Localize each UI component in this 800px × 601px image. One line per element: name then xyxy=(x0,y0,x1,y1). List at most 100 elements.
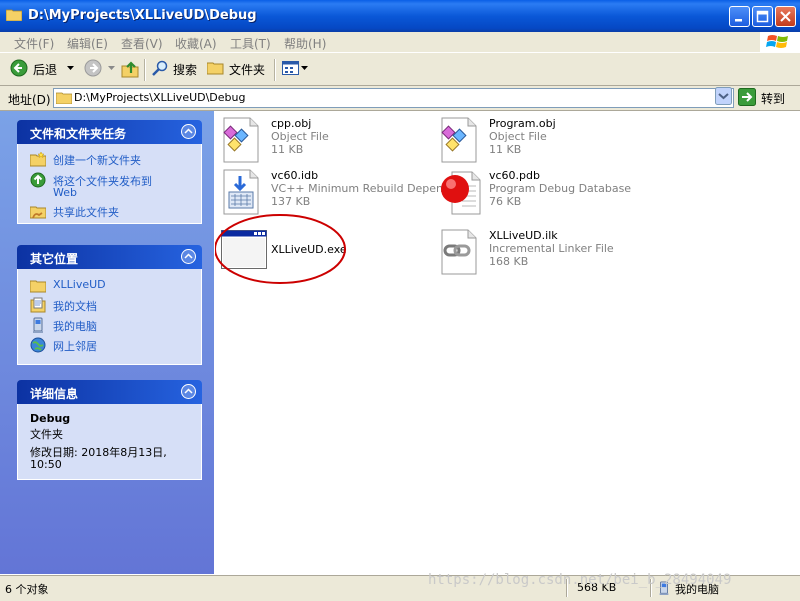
menu-tools[interactable]: 工具(T) xyxy=(230,35,271,52)
minimize-button[interactable] xyxy=(729,6,750,27)
watermark: https://blog.csdn.net/bei_b_28494049 xyxy=(428,572,732,588)
dropdown-arrow-icon[interactable] xyxy=(67,66,74,71)
folders-label: 文件夹 xyxy=(229,63,266,77)
close-button[interactable] xyxy=(775,6,796,27)
task-label-continued: Web xyxy=(53,186,77,199)
panel-body-tasks: 创建一个新文件夹 将这个文件夹发布到 Web 共享此文件夹 xyxy=(17,144,202,224)
task-pane: 文件和文件夹任务 创建一个新文件夹 将这个文件夹发布到 Web 共享此文件夹 其… xyxy=(0,111,214,574)
go-arrow-icon xyxy=(738,88,756,106)
toolbar-separator xyxy=(274,59,276,81)
file-item[interactable]: Program.obj Object File 11 KB xyxy=(438,116,658,166)
close-icon xyxy=(780,11,791,22)
address-label: 地址(D) xyxy=(8,93,51,107)
place-label: 我的电脑 xyxy=(53,320,97,333)
windows-flag-icon xyxy=(766,35,788,48)
file-type: Program Debug Database xyxy=(489,182,632,195)
search-icon xyxy=(152,60,168,76)
folder-icon xyxy=(56,92,72,104)
details-modified-time: 10:50 xyxy=(30,458,62,471)
address-dropdown-button[interactable] xyxy=(715,87,732,105)
share-folder-icon xyxy=(30,206,46,219)
toolbar-separator xyxy=(144,59,146,81)
up-folder-button[interactable] xyxy=(121,60,139,78)
go-label: 转到 xyxy=(761,92,786,106)
panel-title: 文件和文件夹任务 xyxy=(30,127,127,141)
file-type: Incremental Linker File xyxy=(489,242,614,255)
pdb-file-icon xyxy=(441,171,481,215)
file-size: 11 KB xyxy=(489,143,522,156)
folder-icon xyxy=(6,9,22,21)
task-label: 创建一个新文件夹 xyxy=(53,154,141,167)
search-label: 搜索 xyxy=(173,63,198,77)
panel-body-places: XLLiveUD 我的文档 我的电脑 网上邻居 xyxy=(17,269,202,365)
details-name: Debug xyxy=(30,412,71,425)
panel-header-places[interactable]: 其它位置 xyxy=(17,245,202,269)
file-size: 11 KB xyxy=(271,143,304,156)
menu-file[interactable]: 文件(F) xyxy=(14,35,54,52)
file-item[interactable]: vc60.pdb Program Debug Database 76 KB xyxy=(438,168,658,218)
file-type: Object File xyxy=(489,130,547,143)
panel-header-details[interactable]: 详细信息 xyxy=(17,380,202,404)
back-label: 后退 xyxy=(33,63,58,77)
highlight-ellipse xyxy=(215,214,346,284)
file-name: XLLiveUD.ilk xyxy=(489,229,558,242)
folder-icon xyxy=(30,280,46,293)
maximize-button[interactable] xyxy=(752,6,773,27)
file-name: Program.obj xyxy=(489,117,556,130)
minimize-icon xyxy=(735,19,742,22)
collapse-chevron-icon[interactable] xyxy=(181,384,196,399)
panel-title: 其它位置 xyxy=(30,252,79,266)
menu-view[interactable]: 查看(V) xyxy=(121,35,163,52)
folders-icon xyxy=(207,62,224,75)
my-computer-icon xyxy=(33,317,43,333)
ilk-file-icon xyxy=(441,229,477,275)
maximize-icon xyxy=(756,10,769,23)
network-places-icon xyxy=(30,337,46,353)
dropdown-arrow-icon[interactable] xyxy=(108,66,115,71)
dropdown-arrow-icon[interactable] xyxy=(301,66,308,71)
toolbar: 后退 搜索 文件夹 xyxy=(0,53,800,86)
file-item[interactable]: XLLiveUD.ilk Incremental Linker File 168… xyxy=(438,228,658,278)
panel-title: 详细信息 xyxy=(30,387,79,401)
my-documents-icon xyxy=(30,297,46,313)
task-label: 共享此文件夹 xyxy=(53,206,119,219)
file-name: vc60.pdb xyxy=(489,169,540,182)
address-value: D:\MyProjects\XLLiveUD\Debug xyxy=(74,91,246,104)
place-label: 网上邻居 xyxy=(53,340,97,353)
panel-header-tasks[interactable]: 文件和文件夹任务 xyxy=(17,120,202,144)
place-label: 我的文档 xyxy=(53,300,97,313)
back-arrow-icon xyxy=(10,59,28,77)
file-list[interactable]: cpp.obj Object File 11 KB Program.obj Ob… xyxy=(215,111,800,574)
menu-bar: 文件(F) 编辑(E) 查看(V) 收藏(A) 工具(T) 帮助(H) xyxy=(0,32,800,53)
object-file-icon xyxy=(441,117,477,163)
object-file-icon xyxy=(223,117,259,163)
file-type: VC++ Minimum Rebuild Depen... xyxy=(271,182,454,195)
file-size: 168 KB xyxy=(489,255,529,268)
new-folder-icon xyxy=(30,151,46,167)
menu-favorites[interactable]: 收藏(A) xyxy=(175,35,217,52)
file-name: vc60.idb xyxy=(271,169,319,182)
menu-edit[interactable]: 编辑(E) xyxy=(67,35,108,52)
windows-logo xyxy=(760,32,800,52)
panel-body-details: Debug 文件夹 修改日期: 2018年8月13日, 10:50 xyxy=(17,404,202,480)
file-size: 137 KB xyxy=(271,195,311,208)
forward-arrow-icon xyxy=(84,59,102,77)
file-name: cpp.obj xyxy=(271,117,312,130)
file-item[interactable]: cpp.obj Object File 11 KB xyxy=(220,116,430,166)
window-title: D:\MyProjects\XLLiveUD\Debug xyxy=(28,8,257,23)
menu-help[interactable]: 帮助(H) xyxy=(284,35,326,52)
up-folder-icon xyxy=(121,61,139,78)
collapse-chevron-icon[interactable] xyxy=(181,249,196,264)
details-type: 文件夹 xyxy=(30,428,63,441)
place-label: XLLiveUD xyxy=(53,278,106,291)
idb-file-icon xyxy=(223,169,259,215)
views-icon xyxy=(282,61,299,75)
collapse-chevron-icon[interactable] xyxy=(181,124,196,139)
file-size: 76 KB xyxy=(489,195,522,208)
publish-web-icon xyxy=(30,172,46,188)
title-bar[interactable]: D:\MyProjects\XLLiveUD\Debug xyxy=(0,0,800,32)
address-bar: 地址(D) D:\MyProjects\XLLiveUD\Debug xyxy=(0,86,800,111)
file-type: Object File xyxy=(271,130,329,143)
status-object-count: 6 个对象 xyxy=(5,583,49,596)
address-input[interactable]: D:\MyProjects\XLLiveUD\Debug xyxy=(53,88,734,108)
